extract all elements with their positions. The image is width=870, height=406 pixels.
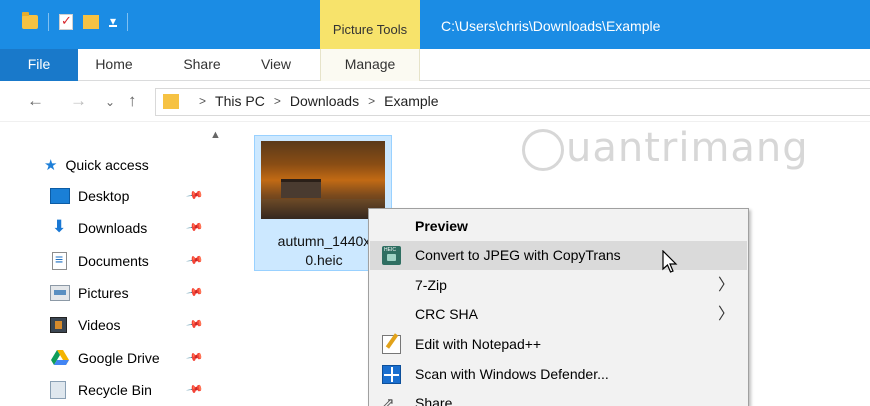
ribbon-tabs: File Home Share View Manage [0, 49, 870, 81]
picture-tools-label: Picture Tools [332, 22, 408, 37]
sidebar-item-recycle-bin[interactable]: Recycle Bin 📌 [50, 376, 210, 404]
menu-item-scan-with-defender[interactable]: Scan with Windows Defender... [370, 360, 747, 389]
context-menu: Preview Convert to JPEG with CopyTrans 7… [368, 208, 749, 406]
mouse-pointer-icon [662, 250, 678, 273]
sidebar-item-label: Recycle Bin [78, 382, 152, 398]
quick-access-toolbar: ▾ [22, 12, 129, 31]
sidebar-item-quick-access[interactable]: ★ Quick access [44, 151, 204, 179]
menu-item-edit-with-notepad[interactable]: Edit with Notepad++ [370, 330, 747, 359]
watermark: uantrimang [522, 125, 809, 171]
customize-toolbar-dropdown-icon[interactable]: ▾ [109, 15, 118, 27]
breadcrumb-downloads[interactable]: Downloads [290, 93, 359, 109]
recent-locations-chevron-icon[interactable]: ⌄ [105, 95, 115, 109]
submenu-arrow-icon: 〉 [718, 306, 735, 323]
watermark-logo-icon [522, 129, 564, 171]
folder-icon [163, 94, 179, 109]
sidebar-item-label: Videos [78, 317, 121, 333]
sidebar-item-videos[interactable]: Videos 📌 [50, 311, 210, 339]
google-drive-icon [50, 350, 70, 366]
sidebar-item-label: Google Drive [78, 350, 160, 366]
pictures-icon [50, 285, 70, 301]
menu-item-share[interactable]: ⇗ Share [370, 389, 747, 406]
sidebar-item-label: Pictures [78, 285, 129, 301]
tab-file[interactable]: File [0, 49, 78, 81]
notepad-plus-plus-icon [382, 335, 401, 354]
window-title: C:\Users\chris\Downloads\Example [441, 18, 661, 34]
navigation-bar: ← → ⌄ ↑ > This PC > Downloads > Example [0, 82, 870, 122]
recycle-bin-icon [50, 381, 66, 399]
share-icon: ⇗ [382, 395, 395, 406]
desktop-icon [50, 188, 70, 204]
title-bar: ▾ Picture Tools C:\Users\chris\Downloads… [0, 0, 870, 49]
menu-item-crc-sha[interactable]: CRC SHA 〉 [370, 300, 747, 329]
toolbar-separator [127, 13, 129, 31]
sidebar-item-label: Downloads [78, 220, 148, 236]
windows-defender-icon [382, 365, 401, 384]
scroll-up-icon[interactable]: ▲ [210, 129, 221, 141]
sidebar-item-pictures[interactable]: Pictures 📌 [50, 279, 210, 307]
downloads-icon [50, 217, 70, 237]
documents-icon [52, 251, 67, 270]
pin-icon: 📌 [185, 381, 204, 399]
sidebar-item-downloads[interactable]: Downloads 📌 [50, 214, 210, 242]
breadcrumb-separator-icon[interactable]: > [368, 94, 375, 108]
back-arrow-icon[interactable]: ← [27, 91, 44, 111]
videos-icon [50, 317, 67, 333]
breadcrumb-separator-icon[interactable]: > [199, 94, 206, 108]
menu-item-7zip[interactable]: 7-Zip 〉 [370, 271, 747, 300]
pin-icon: 📌 [185, 284, 204, 302]
breadcrumb-this-pc[interactable]: This PC [215, 93, 265, 109]
sidebar-item-label: Quick access [65, 157, 149, 173]
tab-manage[interactable]: Manage [320, 49, 420, 81]
properties-icon[interactable] [59, 13, 73, 30]
sidebar-item-desktop[interactable]: Desktop 📌 [50, 182, 210, 210]
pin-icon: 📌 [185, 252, 204, 270]
pin-icon: 📌 [185, 219, 204, 237]
heic-icon [382, 246, 401, 265]
tab-share[interactable]: Share [170, 49, 234, 81]
star-icon: ★ [44, 157, 58, 174]
breadcrumb-separator-icon[interactable]: > [274, 94, 281, 108]
pin-icon: 📌 [185, 187, 204, 205]
pin-icon: 📌 [185, 316, 204, 334]
sidebar-item-google-drive[interactable]: Google Drive 📌 [50, 344, 210, 372]
sidebar-item-label: Documents [78, 253, 149, 269]
address-bar[interactable]: > This PC > Downloads > Example [155, 88, 870, 116]
breadcrumb-example[interactable]: Example [384, 93, 438, 109]
pin-icon: 📌 [185, 349, 204, 367]
image-thumbnail [261, 141, 385, 219]
tab-home[interactable]: Home [82, 49, 146, 81]
forward-arrow-icon[interactable]: → [70, 91, 87, 111]
navigation-pane: ▲ ★ Quick access Desktop 📌 Downloads 📌 D… [0, 123, 226, 406]
breadcrumb: > This PC > Downloads > Example [190, 93, 439, 109]
tab-view[interactable]: View [244, 49, 308, 81]
submenu-arrow-icon: 〉 [718, 277, 735, 294]
menu-item-convert-to-jpeg[interactable]: Convert to JPEG with CopyTrans [370, 241, 747, 270]
toolbar-separator [48, 13, 49, 31]
folder-icon [22, 12, 38, 29]
sidebar-item-label: Desktop [78, 188, 130, 204]
up-arrow-icon[interactable]: ↑ [128, 91, 137, 111]
sidebar-item-documents[interactable]: Documents 📌 [50, 247, 210, 275]
new-folder-icon[interactable] [83, 15, 99, 29]
menu-item-preview[interactable]: Preview [370, 212, 747, 241]
